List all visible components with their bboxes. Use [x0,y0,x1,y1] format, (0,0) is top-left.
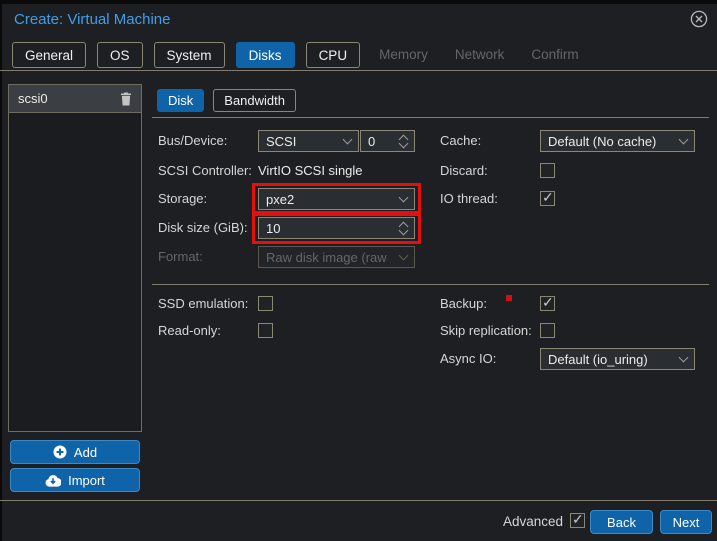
read-only-label: Read-only: [158,320,221,342]
tab-disks[interactable]: Disks [236,42,295,68]
close-icon[interactable] [690,10,708,28]
spinner-arrows-icon [400,223,407,234]
section-separator [152,284,709,285]
chevron-down-icon [679,353,689,363]
scsi-controller-label: SCSI Controller: [158,160,252,182]
io-thread-label: IO thread: [440,188,498,210]
chevron-down-icon [679,135,689,145]
tab-general[interactable]: General [12,42,86,68]
tab-cpu[interactable]: CPU [306,42,361,68]
disk-size-input[interactable]: 10 [258,217,415,239]
tab-network: Network [447,42,513,68]
chevron-down-icon [399,193,409,203]
add-button-label: Add [74,445,97,460]
advanced-label: Advanced [503,514,563,529]
format-select: Raw disk image (raw [258,246,415,268]
bus-select[interactable]: SCSI [258,130,359,152]
back-button[interactable]: Back [590,510,653,534]
device-number-input[interactable]: 0 [360,130,415,152]
tab-os[interactable]: OS [97,42,143,68]
create-vm-dialog: Create: Virtual Machine General OS Syste… [0,0,717,541]
tab-confirm: Confirm [523,42,586,68]
scsi-controller-value: VirtIO SCSI single [258,160,363,182]
ssd-emulation-checkbox[interactable] [258,296,273,311]
footer-separator [0,500,717,501]
wizard-tab-bar: General OS System Disks CPU Memory Netwo… [12,42,587,68]
disk-list-panel: scsi0 [8,84,142,432]
spinner-arrows-icon [400,136,407,147]
advanced-checkbox[interactable] [570,513,585,528]
backup-checkbox[interactable] [540,296,555,311]
ssd-emulation-label: SSD emulation: [158,293,248,315]
import-button-label: Import [68,473,105,488]
red-marker-dot [506,295,512,301]
header-separator [0,70,717,71]
subtab-bandwidth[interactable]: Bandwidth [213,89,296,112]
discard-label: Discard: [440,160,488,182]
disk-list-item-scsi0[interactable]: scsi0 [9,85,141,113]
plus-circle-icon [53,445,67,459]
import-button[interactable]: Import [10,468,140,492]
chevron-down-icon [399,251,409,261]
window-left-edge [0,0,2,541]
trash-icon[interactable] [120,92,132,106]
next-button[interactable]: Next [660,510,712,534]
add-button[interactable]: Add [10,440,140,464]
cache-label: Cache: [440,130,481,152]
cloud-download-icon [45,474,61,487]
dialog-title: Create: Virtual Machine [14,11,170,28]
async-io-label: Async IO: [440,348,496,370]
disk-size-label: Disk size (GiB): [158,217,248,239]
subtab-separator [152,117,709,118]
format-label: Format: [158,246,203,268]
async-io-select[interactable]: Default (io_uring) [540,348,695,370]
disk-subtab-bar: Disk Bandwidth [157,89,296,112]
tab-system[interactable]: System [154,42,225,68]
window-top-edge [0,0,717,4]
read-only-checkbox[interactable] [258,323,273,338]
tab-memory: Memory [371,42,436,68]
bus-device-label: Bus/Device: [158,130,227,152]
discard-checkbox[interactable] [540,163,555,178]
subtab-disk[interactable]: Disk [157,89,204,112]
disk-item-label: scsi0 [18,91,48,106]
storage-label: Storage: [158,188,207,210]
backup-label: Backup: [440,293,487,315]
chevron-down-icon [343,135,353,145]
skip-replication-label: Skip replication: [440,320,532,342]
io-thread-checkbox[interactable] [540,191,555,206]
skip-replication-checkbox[interactable] [540,323,555,338]
cache-select[interactable]: Default (No cache) [540,130,695,152]
storage-select[interactable]: pxe2 [258,188,415,210]
